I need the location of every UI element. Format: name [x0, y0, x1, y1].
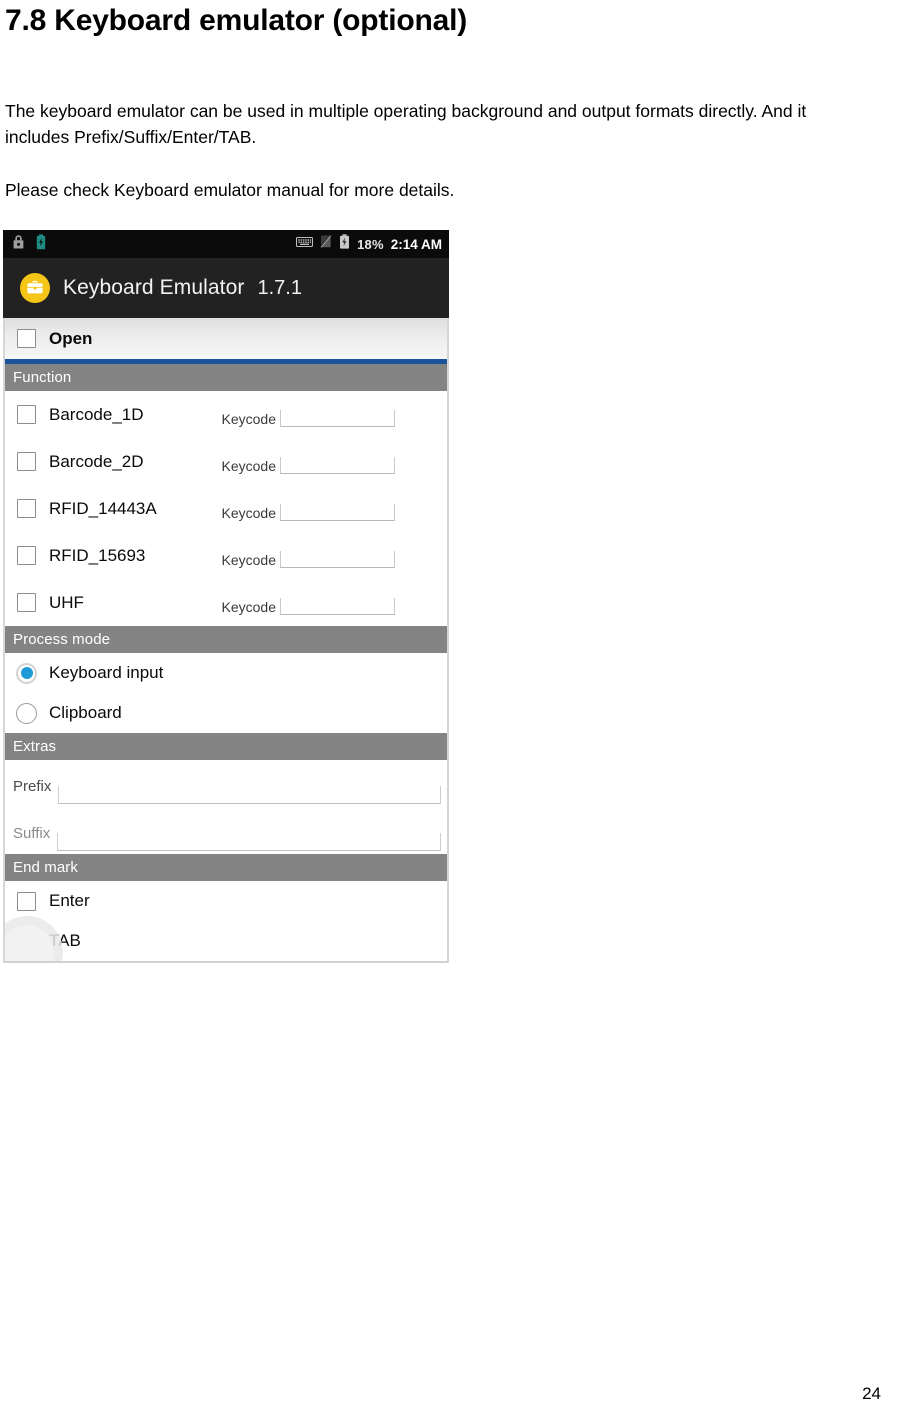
keyboard-icon: [296, 235, 314, 253]
battery-bolt-icon: [339, 234, 350, 254]
open-toggle-row[interactable]: Open: [5, 318, 447, 359]
intro-paragraph: The keyboard emulator can be used in mul…: [5, 101, 807, 147]
uhf-keycode-input[interactable]: [280, 598, 395, 615]
briefcase-app-icon: [20, 273, 50, 303]
page-number: 24: [862, 1384, 881, 1403]
suffix-label: Suffix: [13, 825, 51, 842]
prefix-row[interactable]: Prefix: [5, 760, 447, 807]
clipboard-label: Clipboard: [49, 703, 122, 722]
end-mark-row-enter[interactable]: Enter: [5, 881, 447, 921]
function-row-rfid-15693[interactable]: RFID_15693 Keycode: [5, 532, 447, 579]
uhf-keycode-group: Keycode: [222, 598, 447, 615]
app-version-label: 1.7.1: [257, 276, 302, 299]
section-header-function: Function: [5, 364, 447, 391]
keyboard-input-radio[interactable]: [16, 662, 37, 684]
prefix-label: Prefix: [13, 778, 52, 795]
keycode-label: Keycode: [221, 599, 276, 615]
page-title: 7.8 Keyboard emulator (optional): [5, 4, 467, 37]
app-title-bar: Keyboard Emulator 1.7.1: [3, 258, 449, 318]
lock-icon: [12, 234, 25, 255]
enter-label: Enter: [49, 891, 90, 910]
app-name-label: Keyboard Emulator: [63, 276, 245, 299]
function-row-uhf[interactable]: UHF Keycode: [5, 579, 447, 626]
section-header-process-mode: Process mode: [5, 626, 447, 653]
no-sim-icon: [320, 234, 332, 254]
rfid-14443a-keycode-group: Keycode: [222, 504, 447, 521]
battery-percent-label: 18%: [357, 236, 384, 252]
barcode-2d-label: Barcode_2D: [49, 451, 144, 471]
barcode-1d-keycode-group: Keycode: [222, 410, 447, 427]
status-bar: 18% 2:14 AM: [3, 230, 449, 258]
keyboard-input-label: Keyboard input: [49, 663, 164, 682]
barcode-2d-checkbox[interactable]: [17, 452, 36, 471]
keycode-label: Keycode: [221, 411, 276, 427]
tab-label: TAB: [49, 931, 81, 950]
rfid-15693-checkbox[interactable]: [17, 546, 36, 565]
keyboard-emulator-screenshot: 18% 2:14 AM Keyboard Emulator 1.7.1 Open: [3, 230, 449, 998]
rfid-15693-keycode-group: Keycode: [222, 551, 447, 568]
suffix-row[interactable]: Suffix: [5, 807, 447, 854]
process-mode-row-clipboard[interactable]: Clipboard: [5, 693, 447, 733]
enter-checkbox[interactable]: [17, 891, 36, 911]
rfid-15693-label: RFID_15693: [49, 545, 146, 565]
reference-paragraph: Please check Keyboard emulator manual fo…: [5, 180, 455, 200]
keycode-label: Keycode: [221, 505, 276, 521]
barcode-1d-label: Barcode_1D: [49, 404, 144, 424]
end-mark-row-tab[interactable]: TAB: [5, 921, 447, 961]
barcode-2d-keycode-input[interactable]: [280, 457, 395, 474]
tab-checkbox[interactable]: [17, 931, 36, 951]
section-header-extras: Extras: [5, 733, 447, 760]
barcode-2d-keycode-group: Keycode: [222, 457, 447, 474]
clipboard-radio[interactable]: [16, 702, 37, 724]
section-header-end-mark: End mark: [5, 854, 447, 881]
open-checkbox[interactable]: [17, 329, 36, 348]
process-mode-row-keyboard-input[interactable]: Keyboard input: [5, 653, 447, 693]
open-label: Open: [49, 328, 93, 348]
barcode-1d-keycode-input[interactable]: [280, 410, 395, 427]
function-row-barcode-2d[interactable]: Barcode_2D Keycode: [5, 438, 447, 485]
uhf-label: UHF: [49, 592, 84, 612]
keycode-label: Keycode: [221, 458, 276, 474]
rfid-14443a-checkbox[interactable]: [17, 499, 36, 518]
clock-label: 2:14 AM: [390, 236, 442, 252]
status-bar-left-icons: [12, 233, 46, 255]
uhf-checkbox[interactable]: [17, 593, 36, 612]
rfid-15693-keycode-input[interactable]: [280, 551, 395, 568]
app-body: Open Function Barcode_1D Keycode Barcode…: [3, 318, 449, 963]
function-row-rfid-14443a[interactable]: RFID_14443A Keycode: [5, 485, 447, 532]
barcode-1d-checkbox[interactable]: [17, 405, 36, 424]
prefix-input[interactable]: [58, 786, 441, 804]
battery-charging-icon: [36, 233, 46, 255]
keycode-label: Keycode: [221, 552, 276, 568]
rfid-14443a-label: RFID_14443A: [49, 498, 157, 518]
status-bar-right-icons: 18% 2:14 AM: [296, 234, 442, 254]
rfid-14443a-keycode-input[interactable]: [280, 504, 395, 521]
function-row-barcode-1d[interactable]: Barcode_1D Keycode: [5, 391, 447, 438]
suffix-input[interactable]: [57, 833, 441, 851]
